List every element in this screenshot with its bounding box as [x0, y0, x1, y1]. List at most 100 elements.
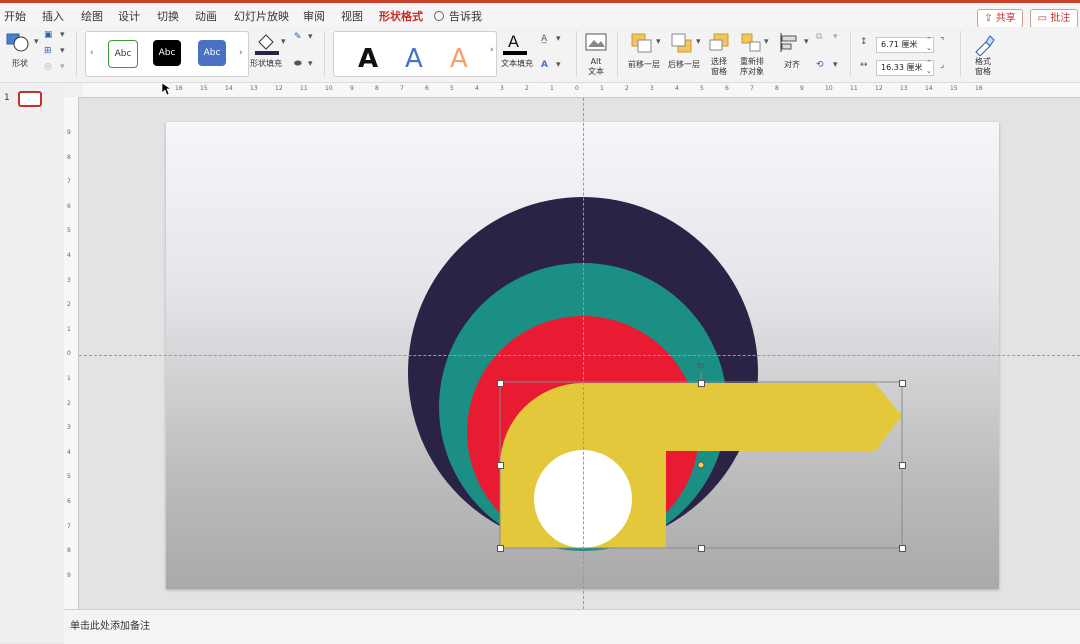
shape-styles-gallery[interactable]: ‹ Abc Abc Abc › — [85, 31, 249, 77]
shape-fill-dropdown-icon[interactable]: ▾ — [281, 37, 286, 47]
tab-view[interactable]: 视图 — [341, 8, 363, 24]
ruler-tick-label: 0 — [67, 350, 71, 358]
wordart-orange[interactable]: A — [450, 44, 468, 74]
resize-handle-w[interactable] — [497, 462, 504, 469]
style-swatch-outline[interactable]: Abc — [108, 40, 138, 68]
share-icon: ⇪ — [984, 13, 996, 24]
ruler-tick-label: 5 — [67, 227, 71, 235]
align-dropdown-icon[interactable]: ▾ — [804, 37, 809, 47]
resize-handle-nw[interactable] — [497, 380, 504, 387]
lock-aspect-top-icon[interactable]: ⌝ — [940, 37, 944, 47]
resize-handle-n[interactable] — [698, 380, 705, 387]
slide-number: 1 — [4, 93, 10, 103]
rotate-dropdown-icon[interactable]: ▾ — [833, 60, 838, 70]
ruler-tick-label: 16 — [175, 85, 183, 92]
text-fill-icon[interactable]: A — [502, 30, 528, 56]
ruler-tick-label: 16 — [975, 85, 983, 92]
selection-box[interactable] — [497, 362, 907, 552]
wordart-gallery[interactable]: A A A — [333, 31, 497, 77]
text-outline-dropdown-icon[interactable]: ▾ — [556, 34, 561, 44]
gallery-next-icon[interactable]: › — [239, 48, 243, 58]
comments-button[interactable]: ▭ 批注 — [1030, 9, 1078, 28]
tab-design[interactable]: 设计 — [118, 8, 140, 24]
shape-effects-icon[interactable]: ⬬ — [294, 59, 302, 69]
tab-slideshow[interactable]: 幻灯片放映 — [234, 8, 289, 24]
ruler-tick-label: 3 — [650, 85, 654, 92]
bring-forward-icon[interactable] — [630, 32, 654, 54]
width-icon: ↔ — [860, 60, 868, 70]
text-effects-icon[interactable]: A — [541, 60, 548, 70]
ruler-tick-label: 6 — [425, 85, 429, 92]
align-icon[interactable] — [779, 32, 803, 54]
ruler-tick-label: 1 — [600, 85, 604, 92]
tab-insert[interactable]: 插入 — [42, 8, 64, 24]
group-dropdown-icon[interactable]: ▾ — [833, 32, 838, 42]
gallery-prev-icon[interactable]: ‹ — [90, 48, 94, 58]
reorder-objects-icon[interactable] — [740, 32, 764, 54]
shape-effects-dropdown-icon[interactable]: ▾ — [308, 59, 313, 69]
adjustment-handle-icon[interactable] — [696, 460, 706, 470]
ruler-tick-label: 13 — [250, 85, 258, 92]
notes-placeholder: 单击此处添加备注 — [70, 621, 150, 632]
resize-handle-sw[interactable] — [497, 545, 504, 552]
bring-forward-dropdown-icon[interactable]: ▾ — [656, 37, 661, 47]
ruler-tick-label: 1 — [67, 375, 71, 382]
tell-me-search[interactable]: 告诉我 — [434, 8, 482, 24]
ruler-tick-label: 13 — [900, 85, 908, 92]
send-backward-icon[interactable] — [670, 32, 694, 54]
resize-handle-ne[interactable] — [899, 380, 906, 387]
alt-text-icon[interactable] — [585, 32, 609, 54]
height-spinner-icon[interactable]: ⌃ ⌄ — [926, 36, 932, 52]
horizontal-ruler[interactable]: 16 15 14 13 12 11 10 9 8 7 6 5 4 3 2 1 0 1 2 3 4 5 6 7 8 9 10 11 12 1… — [82, 83, 1080, 98]
shapes-dropdown-icon[interactable]: ▾ — [34, 37, 39, 47]
merge-shapes-icon[interactable]: ◎ — [44, 62, 52, 72]
share-button[interactable]: ⇪ 共享 — [977, 9, 1023, 28]
wordart-black[interactable]: A — [358, 44, 378, 74]
group-icon[interactable]: ⧉ — [816, 32, 822, 42]
shapes-icon[interactable] — [6, 31, 32, 53]
tab-review[interactable]: 审阅 — [303, 8, 325, 24]
rotate-handle-icon[interactable]: ↻ — [697, 362, 705, 372]
notes-pane[interactable]: 单击此处添加备注 — [64, 609, 1080, 644]
shape-outline-icon[interactable]: ✎ — [294, 32, 302, 42]
send-backward-dropdown-icon[interactable]: ▾ — [696, 37, 701, 47]
shape-outline-dropdown-icon[interactable]: ▾ — [308, 32, 313, 42]
reorder-dropdown-icon[interactable]: ▾ — [764, 37, 769, 47]
shapes-label: 形状 — [12, 59, 28, 68]
text-fill-label: 文本填充 — [501, 59, 533, 68]
wordart-blue[interactable]: A — [405, 44, 423, 74]
resize-handle-s[interactable] — [698, 545, 705, 552]
lock-aspect-bottom-icon[interactable]: ⌟ — [940, 60, 944, 70]
format-pane-icon[interactable] — [972, 32, 996, 56]
selection-pane-icon[interactable] — [708, 32, 732, 54]
ruler-tick-label: 11 — [300, 85, 308, 92]
text-box-dropdown-icon[interactable]: ▾ — [60, 46, 65, 56]
ruler-tick-label: 15 — [950, 85, 958, 92]
ruler-tick-label: 14 — [925, 85, 933, 92]
style-swatch-blue[interactable]: Abc — [198, 40, 226, 66]
rotate-icon[interactable]: ⟲ — [816, 60, 824, 70]
style-swatch-black[interactable]: Abc — [153, 40, 181, 66]
width-spinner-icon[interactable]: ⌃ ⌄ — [926, 59, 932, 75]
merge-dropdown-icon[interactable]: ▾ — [60, 62, 65, 72]
ruler-tick-label: 6 — [67, 498, 71, 505]
wordart-more-icon[interactable]: › — [490, 45, 494, 55]
resize-handle-e[interactable] — [899, 462, 906, 469]
resize-handle-se[interactable] — [899, 545, 906, 552]
align-label: 对齐 — [784, 60, 800, 69]
tab-home[interactable]: 开始 — [4, 8, 26, 24]
text-effects-dropdown-icon[interactable]: ▾ — [556, 60, 561, 70]
ribbon-separator — [576, 31, 577, 77]
vertical-ruler[interactable]: 9 8 7 6 5 4 3 2 1 0 1 2 3 4 5 6 7 8 9 — [64, 97, 79, 609]
text-box-icon[interactable]: ⊞ — [44, 46, 52, 56]
slide-thumbnail[interactable] — [18, 91, 42, 107]
tab-transitions[interactable]: 切换 — [157, 8, 179, 24]
edit-shape-dropdown-icon[interactable]: ▾ — [60, 30, 65, 40]
paint-bucket-icon[interactable] — [254, 30, 280, 56]
ruler-tick-label: 9 — [67, 571, 71, 579]
edit-shape-icon[interactable]: ▣ — [44, 30, 53, 40]
tab-draw[interactable]: 绘图 — [81, 8, 103, 24]
tab-shape-format[interactable]: 形状格式 — [379, 8, 423, 29]
tab-animations[interactable]: 动画 — [195, 8, 217, 24]
text-outline-icon[interactable]: A̲ — [541, 34, 547, 44]
